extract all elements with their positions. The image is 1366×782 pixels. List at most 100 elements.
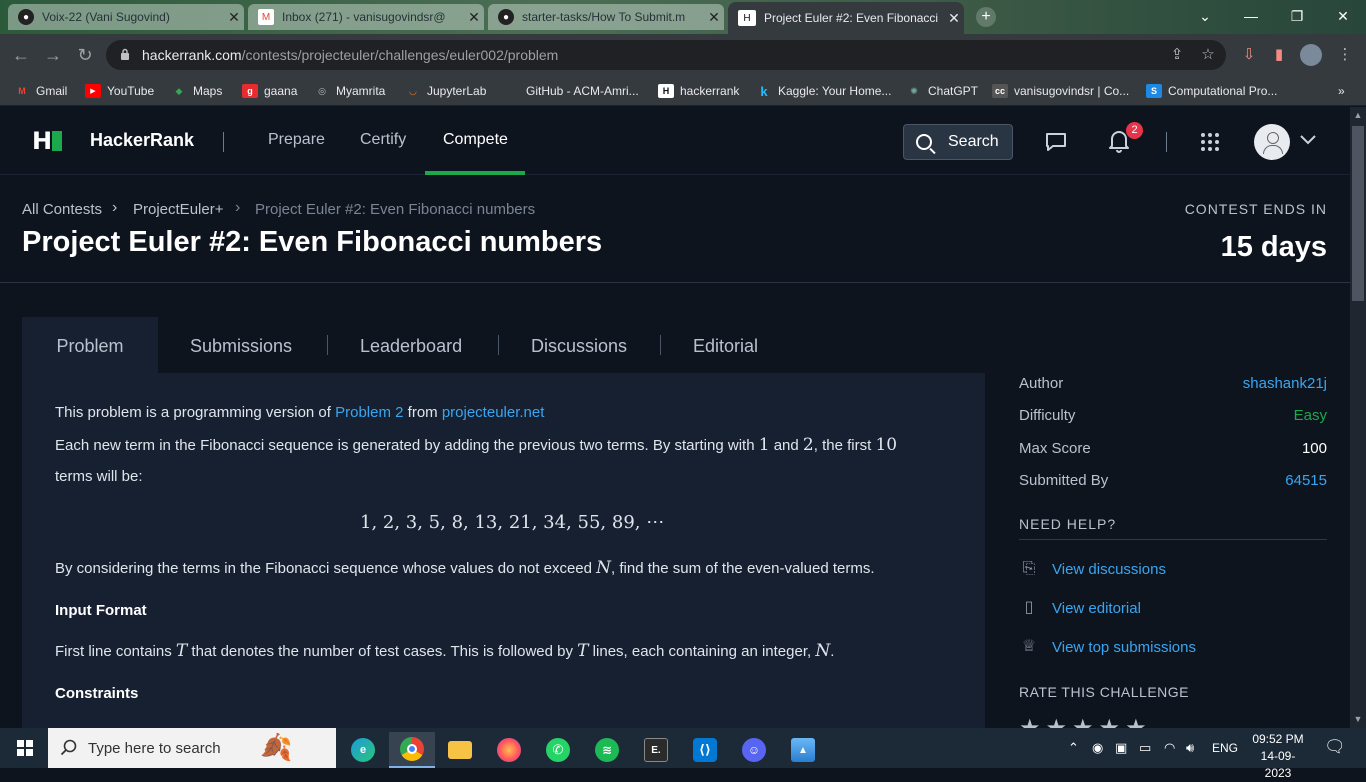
scrollbar-thumb[interactable] (1352, 126, 1364, 301)
view-discussions-link[interactable]: ⎘ View discussions (1019, 560, 1166, 578)
chrome-icon (400, 737, 424, 761)
tab-editorial[interactable]: Editorial (693, 317, 758, 373)
spotify-app[interactable]: ≋ (584, 732, 630, 768)
problem-2-link[interactable]: Problem 2 (335, 404, 403, 421)
terminal-app[interactable]: E. (633, 732, 679, 768)
maps-icon: ◆ (175, 85, 183, 96)
tab-search-icon[interactable]: ⌄ (1182, 0, 1228, 34)
display-icon[interactable]: ▣ (1115, 740, 1127, 756)
autumn-leaf-icon: 🍂 (260, 732, 293, 762)
download-icon[interactable]: ⇩ (1238, 44, 1260, 66)
chrome-app[interactable] (389, 732, 435, 768)
start-button[interactable] (0, 728, 48, 768)
meet-now-icon[interactable]: ◉ (1092, 740, 1103, 756)
restore-button[interactable]: ❐ (1274, 0, 1320, 34)
sharepoint-icon: S (1146, 84, 1162, 98)
bookmark-chatgpt[interactable]: ✺ ChatGPT (906, 82, 978, 100)
browser-tab[interactable]: ● Voix-22 (Vani Sugovind) ✕ (8, 4, 244, 30)
wifi-icon[interactable]: ◠ (1164, 740, 1175, 756)
bookmark-maps[interactable]: ◆ Maps (171, 82, 223, 100)
browser-tab[interactable]: ● starter-tasks/How To Submit.m ✕ (488, 4, 724, 30)
search-button[interactable]: Search (903, 124, 1013, 160)
bookmark-github[interactable]: GitHub - ACM-Amri... (504, 82, 639, 100)
chevron-up-icon[interactable]: ⌃ (1068, 740, 1079, 756)
nav-prepare[interactable]: Prepare (268, 131, 325, 149)
file-explorer-app[interactable] (437, 732, 483, 768)
close-tab-icon[interactable]: ✕ (704, 9, 724, 26)
scroll-up-arrow[interactable]: ▲ (1352, 110, 1364, 122)
bookmark-youtube[interactable]: ▶ YouTube (85, 82, 154, 100)
nav-certify[interactable]: Certify (360, 131, 406, 149)
bookmark-label: Maps (193, 84, 223, 98)
tab-problem[interactable]: Problem (22, 317, 158, 373)
bookmark-codechef[interactable]: cc vanisugovindsr | Co... (992, 82, 1129, 100)
author-link[interactable]: shashank21j (1243, 375, 1327, 392)
divider (327, 335, 328, 355)
firefox-icon (497, 738, 521, 762)
back-icon[interactable]: ← (8, 42, 34, 68)
bookmark-computational[interactable]: S Computational Pro... (1146, 82, 1277, 100)
youtube-icon: ▶ (85, 84, 101, 98)
chatgpt-icon: ✺ (910, 85, 918, 96)
whatsapp-app[interactable]: ✆ (535, 732, 581, 768)
contest-ends-value: 15 days (1220, 231, 1327, 263)
chat-icon[interactable] (1045, 132, 1067, 152)
view-editorial-link[interactable]: ▯ View editorial (1019, 599, 1141, 617)
hackerrank-logo[interactable]: H (32, 127, 63, 155)
volume-icon[interactable]: 🔊︎ (1186, 740, 1194, 756)
discord-app[interactable]: ☺ (731, 732, 777, 768)
brand-name[interactable]: HackerRank (90, 130, 194, 151)
bookmark-gmail[interactable]: M Gmail (14, 82, 67, 100)
tab-discussions[interactable]: Discussions (531, 317, 627, 373)
apps-grid-icon[interactable] (1200, 132, 1220, 152)
bookmark-jupyterlab[interactable]: ◡ JupyterLab (405, 82, 487, 100)
browser-tab-active[interactable]: H Project Euler #2: Even Fibonacci ✕ (728, 2, 964, 34)
chevron-down-icon[interactable] (1300, 135, 1316, 145)
taskbar-search[interactable]: Type here to search 🍂 (48, 728, 336, 768)
tab-leaderboard[interactable]: Leaderboard (360, 317, 462, 373)
scroll-down-arrow[interactable]: ▼ (1352, 714, 1364, 726)
breadcrumb-projecteuler[interactable]: ProjectEuler+ (133, 201, 223, 218)
system-clock[interactable]: 09:52 PM 14-09-2023 (1248, 731, 1308, 782)
difficulty-label: Difficulty (1019, 407, 1076, 424)
browser-tab-title: Project Euler #2: Even Fibonacci (764, 11, 939, 25)
close-tab-icon[interactable]: ✕ (944, 10, 964, 27)
bookmark-hackerrank[interactable]: Hhackerrank (658, 82, 739, 100)
close-window-button[interactable]: ✕ (1320, 0, 1366, 34)
edge-app[interactable]: e (340, 732, 386, 768)
bookmark-label: Myamrita (336, 84, 386, 98)
profile-avatar[interactable] (1300, 44, 1322, 66)
cc-icon: cc (992, 84, 1008, 98)
bookmark-star-icon[interactable]: ☆ (1197, 44, 1219, 66)
notifications-icon[interactable]: 🗨︎ (1324, 737, 1346, 757)
address-bar[interactable]: hackerrank.com/contests/projecteuler/cha… (106, 40, 1226, 70)
tab-submissions[interactable]: Submissions (190, 317, 292, 373)
battery-icon[interactable]: ▭ (1139, 740, 1151, 756)
close-tab-icon[interactable]: ✕ (224, 9, 244, 26)
new-tab-button[interactable]: + (976, 7, 996, 27)
vscode-app[interactable]: ⟨⟩ (682, 732, 728, 768)
challenge-header: All Contests › ProjectEuler+ › Project E… (0, 176, 1350, 283)
language-indicator[interactable]: ENG (1212, 741, 1238, 755)
projecteuler-link[interactable]: projecteuler.net (442, 404, 545, 421)
forward-icon[interactable]: → (40, 42, 66, 68)
close-tab-icon[interactable]: ✕ (464, 9, 484, 26)
user-avatar[interactable] (1254, 124, 1290, 160)
bookmark-gaana[interactable]: g gaana (242, 82, 297, 100)
photos-app[interactable]: ▲ (780, 732, 826, 768)
bookmark-kaggle[interactable]: k Kaggle: Your Home... (756, 82, 891, 100)
breadcrumb-all-contests[interactable]: All Contests (22, 201, 102, 218)
firefox-app[interactable] (486, 732, 532, 768)
reading-mode-icon[interactable]: ▮ (1268, 44, 1290, 66)
more-bookmarks-icon[interactable]: » (1338, 82, 1345, 100)
share-icon[interactable]: ⇪ (1166, 44, 1188, 66)
nav-compete[interactable]: Compete (443, 131, 508, 149)
browser-tab[interactable]: M Inbox (271) - vanisugovindsr@ ✕ (248, 4, 484, 30)
reload-icon[interactable]: ↻ (72, 42, 98, 68)
submitted-by-value[interactable]: 64515 (1285, 472, 1327, 489)
search-icon (916, 134, 932, 150)
minimize-button[interactable]: — (1228, 0, 1274, 34)
menu-dots-icon[interactable]: ⋮ (1334, 44, 1356, 66)
bookmark-myamrita[interactable]: ◎ Myamrita (314, 82, 385, 100)
view-top-submissions-link[interactable]: ♕ View top submissions (1019, 638, 1196, 656)
